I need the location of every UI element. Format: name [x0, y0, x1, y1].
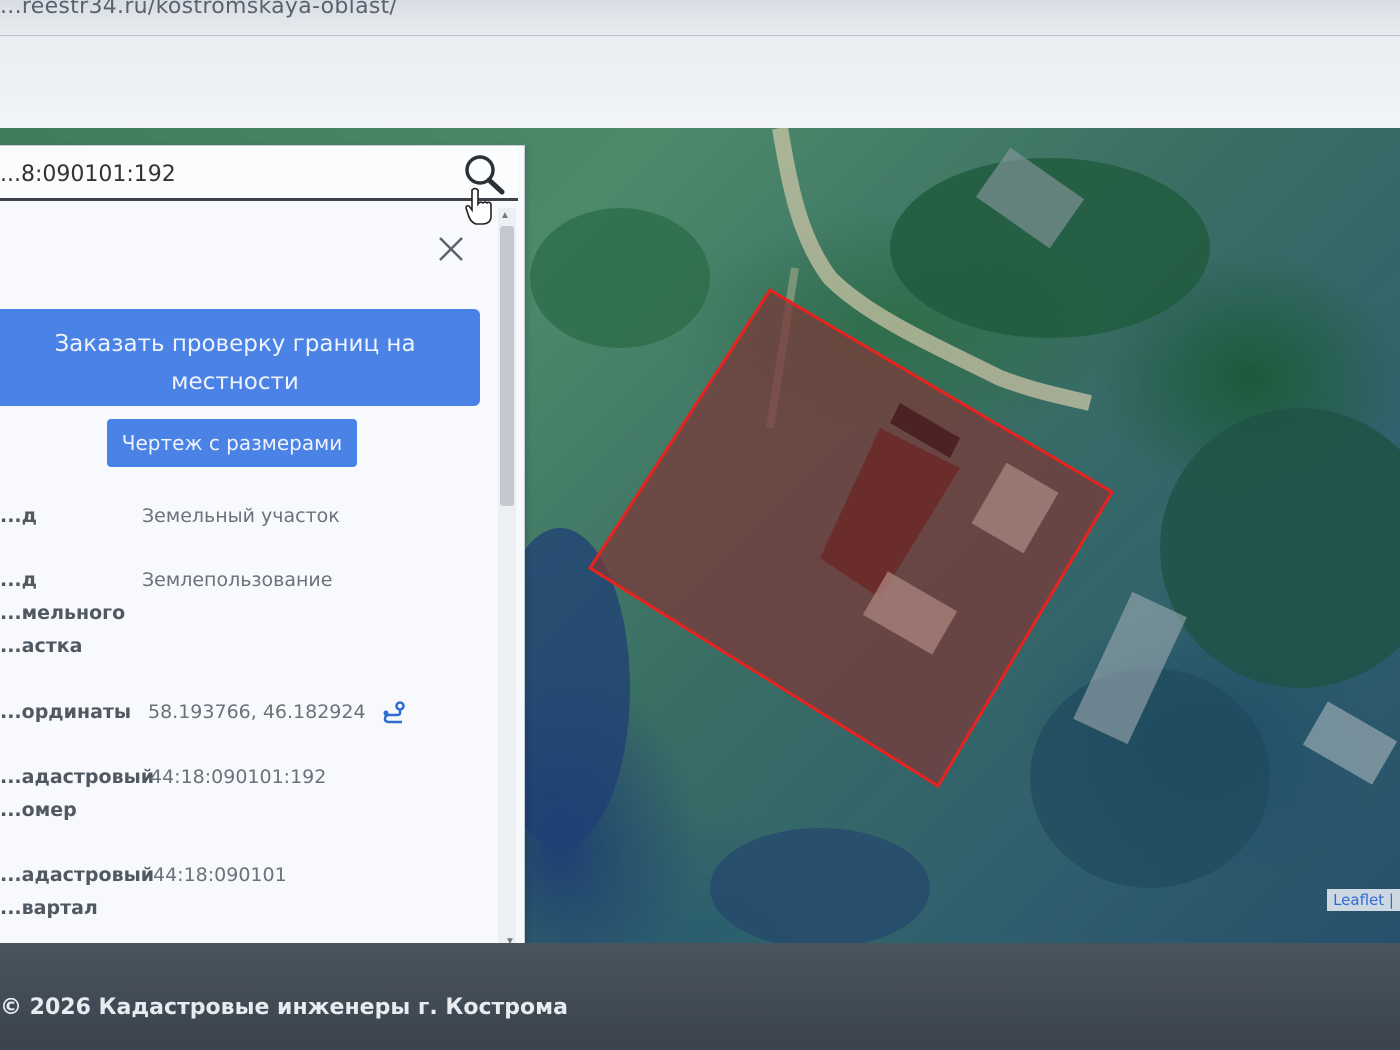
property-value: 44:18:090101: [153, 864, 287, 886]
pointer-cursor-icon: [465, 187, 492, 225]
coordinates-text: 58.193766, 46.182924: [148, 701, 366, 723]
tree-cluster: [530, 208, 710, 348]
scrollbar-thumb[interactable]: [500, 226, 514, 506]
property-value: Землепользование: [142, 569, 333, 591]
property-label-line: ...омер: [0, 799, 77, 821]
tree-cluster: [710, 828, 930, 943]
property-label-line: ...астка: [0, 635, 83, 657]
route-icon[interactable]: [380, 700, 408, 725]
browser-address-bar[interactable]: ...reestr34.ru/kostromskaya-oblast/: [0, 0, 1400, 36]
property-label-line: ...вартал: [0, 897, 98, 919]
property-value: 58.193766, 46.182924: [148, 696, 408, 729]
site-footer: © 2026 Кадастровые инженеры г. Кострома: [0, 943, 1400, 1050]
search-bar: [0, 146, 518, 225]
search-input[interactable]: [0, 154, 440, 194]
property-value: Земельный участок: [142, 505, 340, 527]
page-header-area: [0, 36, 1400, 131]
leaflet-attribution[interactable]: Leaflet |: [1327, 889, 1400, 911]
address-url[interactable]: ...reestr34.ru/kostromskaya-oblast/: [0, 0, 397, 19]
copyright-text: © 2026 Кадастровые инженеры г. Кострома: [0, 995, 568, 1020]
drawing-with-dimensions-button[interactable]: Чертеж с размерами: [107, 419, 357, 467]
property-label-line: ...д: [0, 569, 37, 591]
property-value: 44:18:090101:192: [150, 766, 327, 788]
property-label: ...ординаты: [0, 701, 132, 723]
parcel-info-panel: ▲ ▼ Заказать проверку границ на местност…: [0, 145, 525, 957]
property-label: ...адастровый ...омер: [0, 761, 155, 827]
order-boundary-check-button[interactable]: Заказать проверку границ на местности: [0, 309, 480, 406]
property-label-line: ...адастровый: [0, 766, 155, 788]
property-label: ...адастровый ...вартал: [0, 859, 155, 925]
tree-cluster: [1030, 668, 1270, 888]
close-button[interactable]: [436, 234, 466, 264]
attribution-text[interactable]: Leaflet |: [1333, 891, 1394, 909]
neighbour-roof: [1302, 701, 1398, 785]
property-label-line: ...мельного: [0, 602, 126, 624]
property-label-line: ...адастровый: [0, 864, 155, 886]
tree-cluster: [1160, 408, 1400, 688]
property-label: ...д ...мельного ...астка: [0, 564, 140, 663]
scroll-up-arrow-icon[interactable]: ▲: [500, 210, 510, 221]
close-icon[interactable]: [436, 234, 466, 264]
property-label: ...д: [0, 505, 37, 527]
